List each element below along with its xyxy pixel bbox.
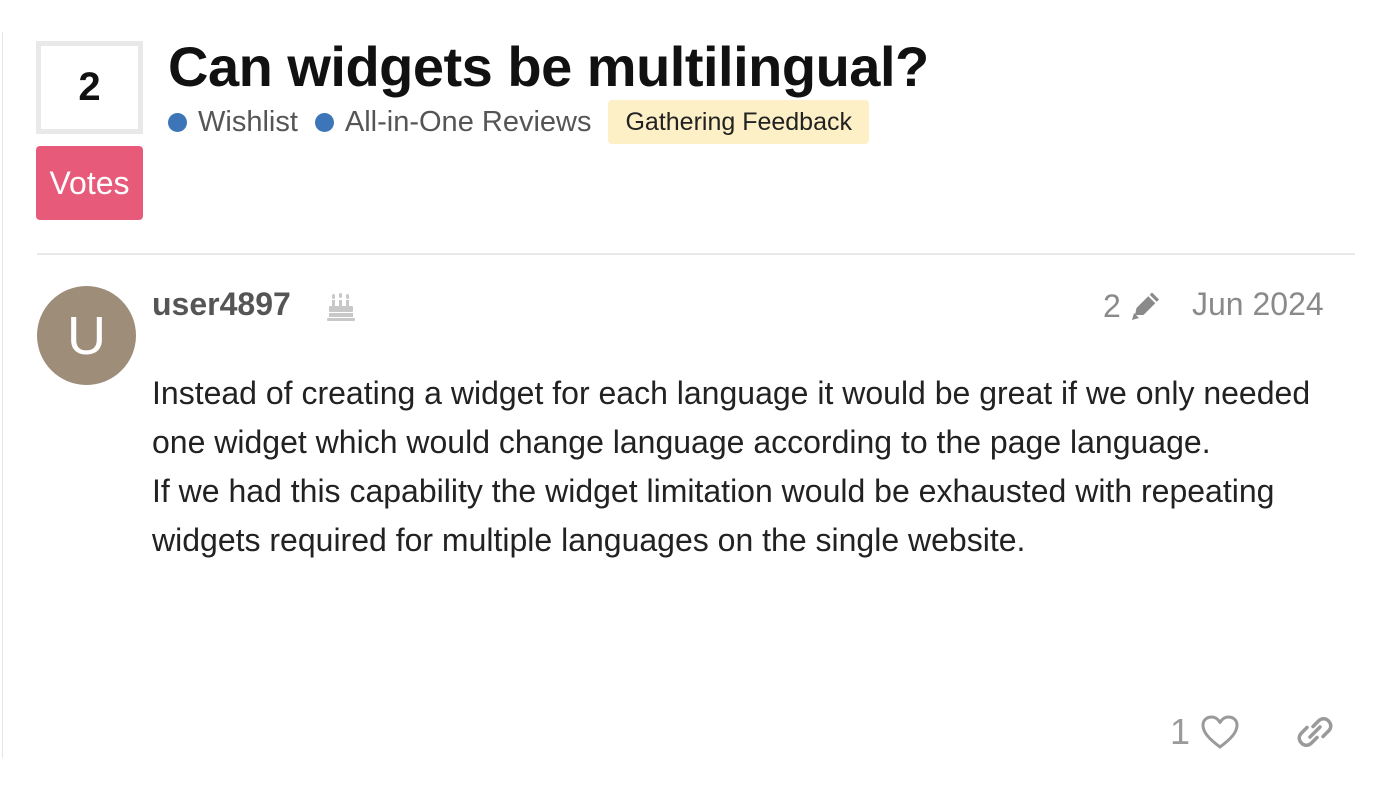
post-paragraph: Instead of creating a widget for each la… <box>152 375 1311 460</box>
votes-button[interactable]: Votes <box>36 146 143 220</box>
left-border-line <box>2 32 3 758</box>
post-body: Instead of creating a widget for each la… <box>152 369 1322 565</box>
post-date[interactable]: Jun 2024 <box>1192 286 1324 323</box>
status-tag[interactable]: Gathering Feedback <box>608 100 869 144</box>
category-all-in-one-reviews[interactable]: All-in-One Reviews <box>314 105 592 139</box>
like-count: 1 <box>1170 711 1191 752</box>
edit-history-button[interactable]: 2 <box>1103 286 1163 326</box>
header-divider <box>37 253 1355 255</box>
like-button[interactable]: 1 <box>1170 710 1240 754</box>
pencil-icon <box>1131 292 1159 320</box>
category-label: Wishlist <box>198 105 298 138</box>
category-wishlist[interactable]: Wishlist <box>168 106 298 139</box>
avatar[interactable]: U <box>37 286 136 385</box>
category-label: All-in-One Reviews <box>344 105 592 138</box>
cake-icon <box>327 293 355 321</box>
username[interactable]: user4897 <box>152 286 291 323</box>
topic-tags: Wishlist All-in-One Reviews Gathering Fe… <box>168 100 869 144</box>
link-icon[interactable] <box>1296 713 1334 751</box>
category-color-dot <box>314 112 334 132</box>
edit-count: 2 <box>1103 287 1121 324</box>
topic-title: Can widgets be multilingual? <box>168 35 929 98</box>
heart-icon <box>1201 715 1239 749</box>
post-paragraph: If we had this capability the widget lim… <box>152 473 1275 558</box>
category-color-dot <box>168 112 187 132</box>
vote-count: 2 <box>78 65 101 109</box>
vote-count-box: 2 <box>36 41 143 134</box>
